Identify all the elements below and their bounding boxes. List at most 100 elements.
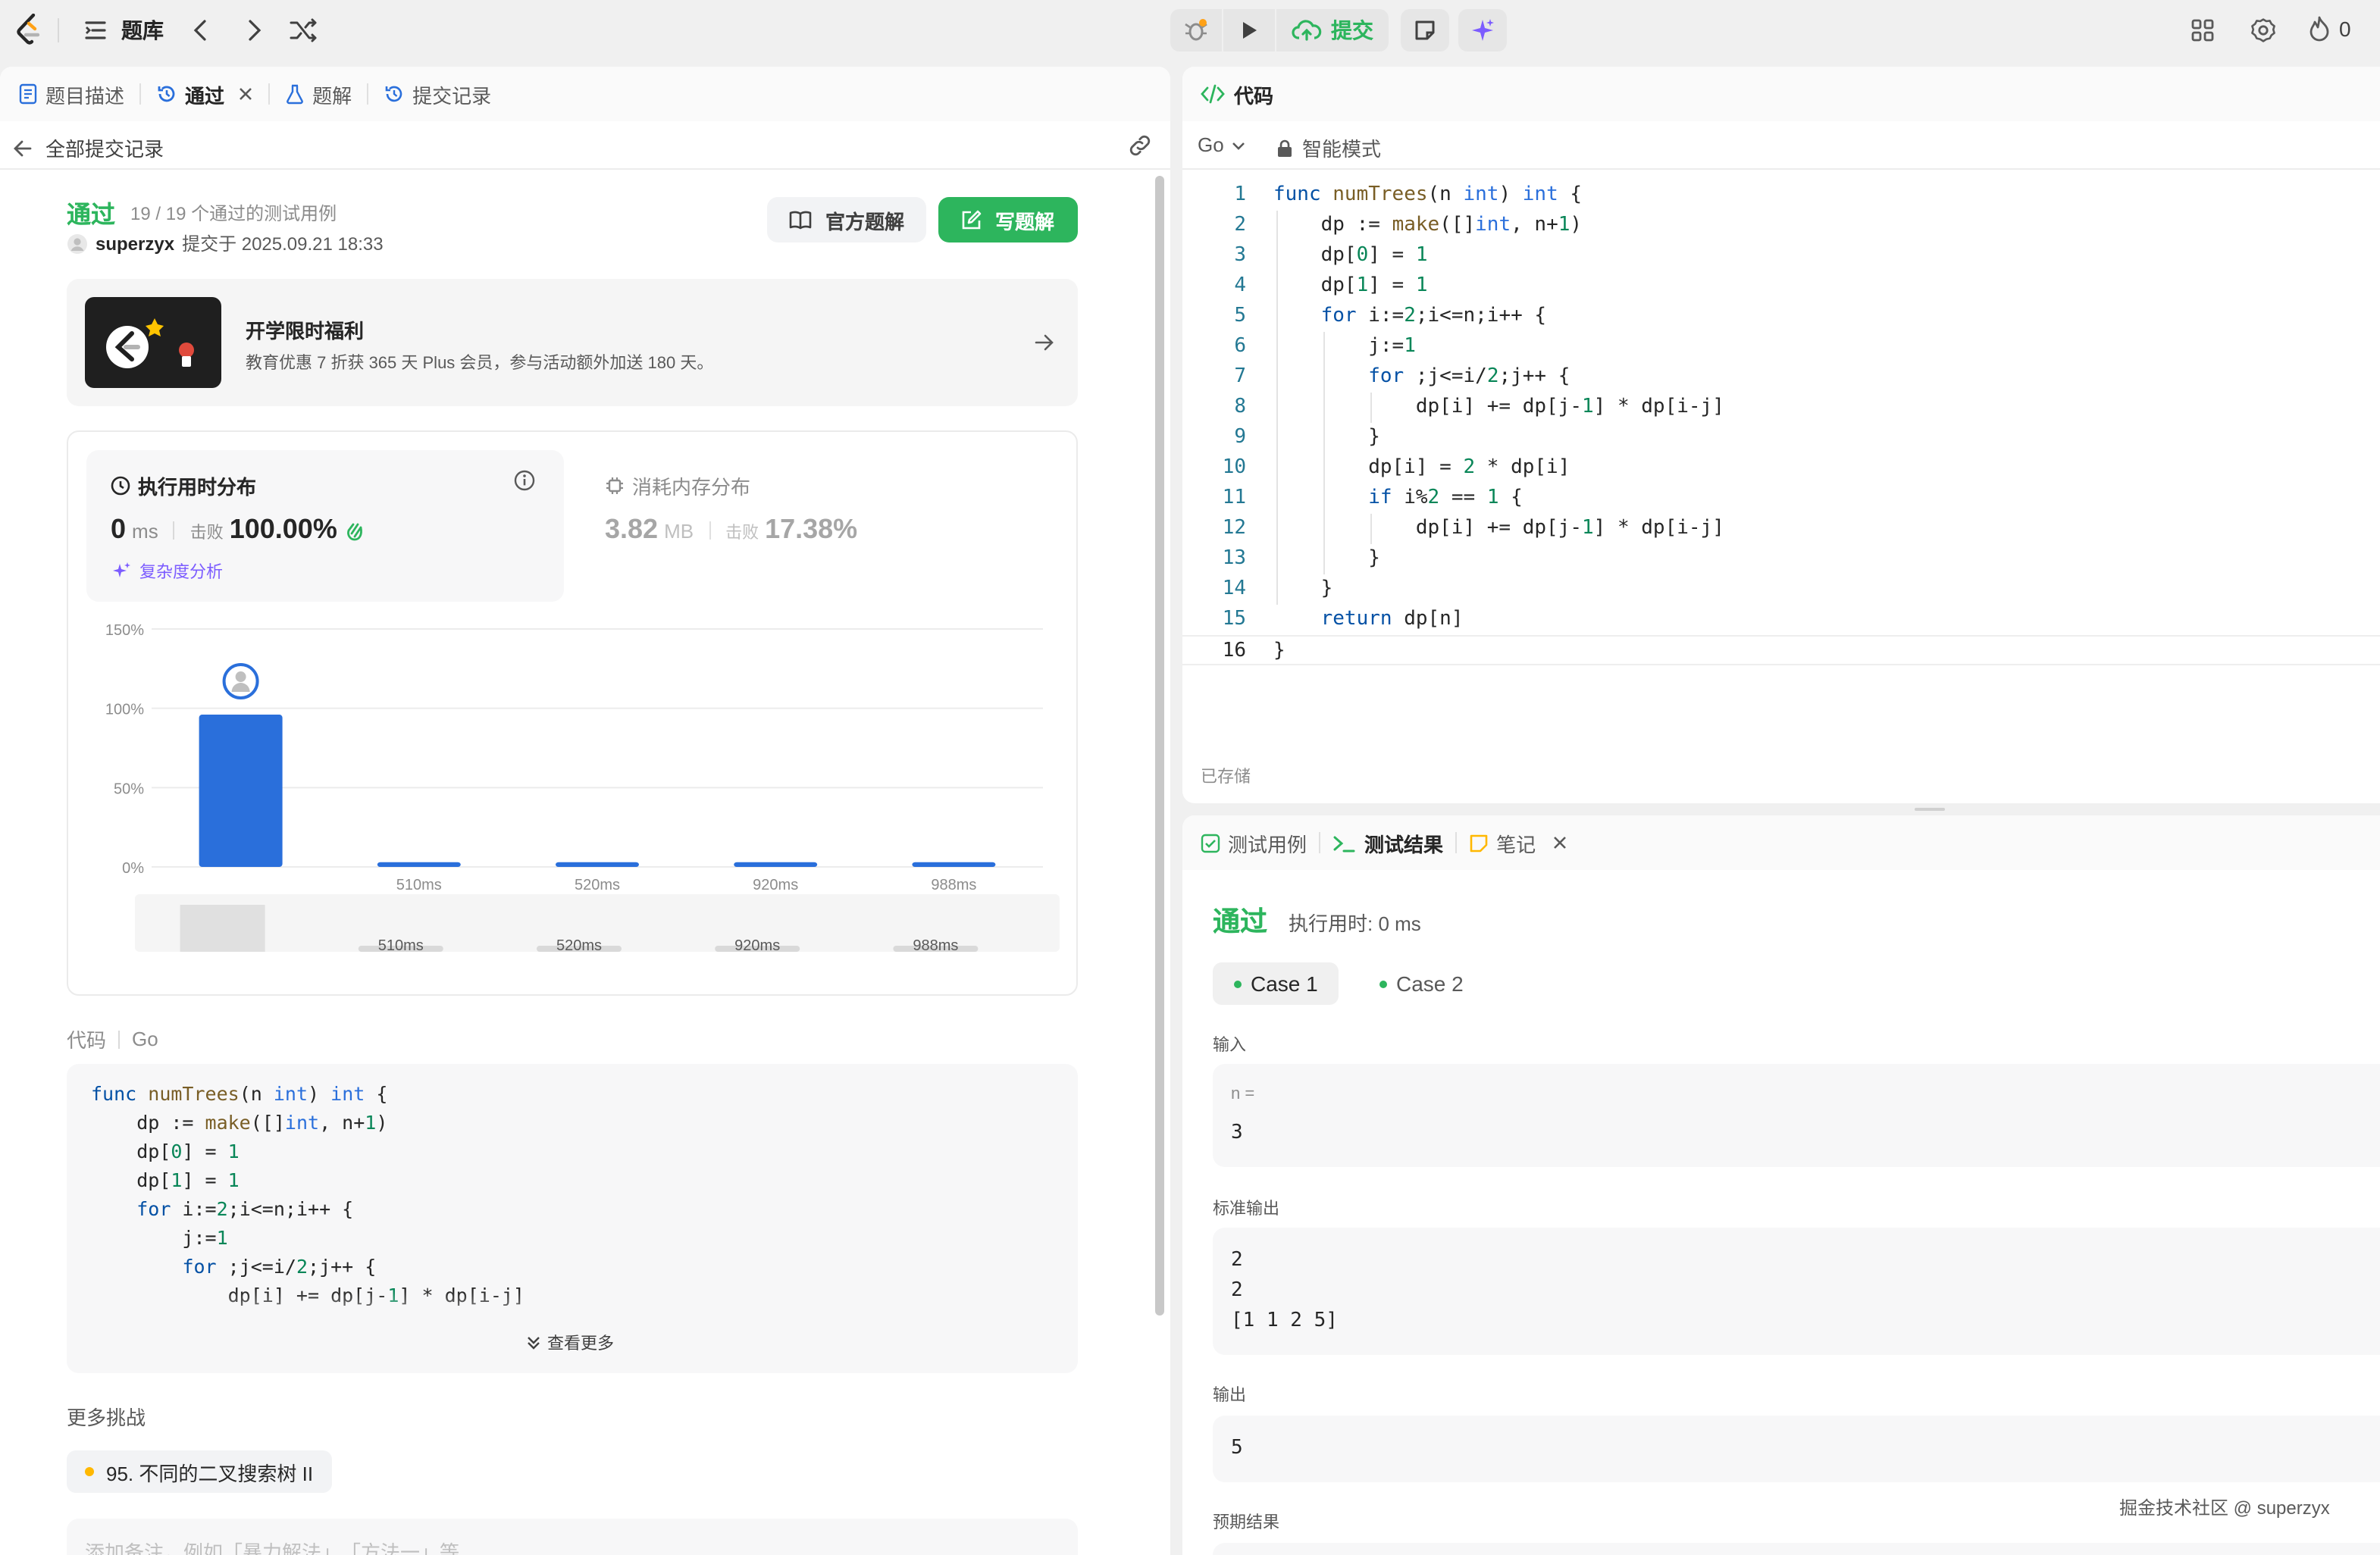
x-tick-label: 920ms: [753, 877, 798, 893]
line-number: 13: [1222, 547, 1246, 570]
editor-title: 代码: [1234, 84, 1274, 107]
code-line[interactable]: 7 for ;j<=i/2;j++ {: [1182, 362, 2380, 393]
close-icon[interactable]: [238, 86, 253, 102]
panel-splitter[interactable]: [1915, 808, 1945, 811]
code-line: dp := make([]int, n+1): [91, 1111, 388, 1134]
code-line: func numTrees(n int) int {: [91, 1082, 388, 1105]
tab-label: 测试用例: [1228, 833, 1307, 856]
code-line: dp[0] = 1: [91, 1140, 240, 1162]
beats-label: 击败: [189, 524, 224, 543]
memory-beats: 17.38%: [765, 514, 858, 544]
code-line[interactable]: 1 func numTrees(n int) int {: [1182, 180, 2380, 211]
code-line[interactable]: 12 dp[i] += dp[j-1] * dp[i-j]: [1182, 514, 2380, 544]
write-solution-button[interactable]: 写题解: [938, 197, 1078, 242]
code-editor[interactable]: 1 func numTrees(n int) int {2 dp := make(…: [1182, 180, 2380, 665]
chart-bar[interactable]: [199, 715, 283, 867]
debug-button[interactable]: [1170, 9, 1222, 52]
back-to-submissions[interactable]: 全部提交记录: [12, 133, 164, 162]
code-line[interactable]: 13 }: [1182, 544, 2380, 574]
runtime-distribution-chart[interactable]: 150% 100% 50% 0% 510ms 520ms 920ms 988ms 510ms 52…: [68, 606, 1076, 993]
line-number: 14: [1222, 577, 1246, 600]
line-number: 8: [1234, 396, 1246, 418]
code-line[interactable]: 11 if i%2 == 1 {: [1182, 483, 2380, 514]
output-value: 5: [1231, 1437, 1243, 1460]
memory-panel[interactable]: 消耗内存分布 3.82 MB 击败 17.38%: [584, 450, 1061, 602]
code-line[interactable]: 8 dp[i] += dp[j-1] * dp[i-j]: [1182, 393, 2380, 423]
chart-bar[interactable]: [377, 862, 461, 867]
promo-title: 开学限时福利: [246, 320, 365, 343]
overview-label: 510ms: [378, 937, 424, 954]
layout-button[interactable]: [2189, 17, 2216, 44]
line-code: }: [1273, 547, 1380, 570]
code-line[interactable]: 16}: [1182, 635, 2380, 665]
runtime-beats: 100.00%: [229, 514, 337, 544]
case-tab-1[interactable]: Case 1: [1213, 962, 1339, 1005]
notes-button[interactable]: [1401, 9, 1449, 52]
stdout-line: [1 1 2 5]: [1231, 1309, 1338, 1332]
submission-status: 通过 19 / 19 个通过的测试用例: [67, 194, 337, 230]
chart-bar[interactable]: [734, 862, 818, 867]
code-line[interactable]: 9 }: [1182, 423, 2380, 453]
close-icon[interactable]: [1552, 835, 1567, 850]
tab-submissions[interactable]: 提交记录: [384, 67, 491, 121]
tab-notes[interactable]: 笔记: [1469, 815, 1567, 870]
challenge-item[interactable]: 95. 不同的二叉搜索树 II: [67, 1450, 332, 1493]
sparkle-icon: [1472, 19, 1494, 41]
status-accepted: 通过: [67, 203, 116, 229]
next-problem-button[interactable]: [240, 17, 267, 44]
overview-label: 920ms: [734, 937, 780, 954]
stdout-line: 2: [1231, 1279, 1243, 1302]
problem-bank-button[interactable]: 题库: [82, 15, 164, 45]
note-input[interactable]: 添加备注，例如「暴力解法」、「方法一」等: [67, 1519, 1078, 1555]
code-line[interactable]: 15 return dp[n]: [1182, 605, 2380, 635]
info-icon[interactable]: [514, 470, 535, 491]
cloud-upload-icon: [1292, 20, 1322, 41]
username[interactable]: superzyx: [96, 233, 174, 254]
avatar-icon[interactable]: [67, 233, 88, 254]
settings-button[interactable]: [2250, 17, 2277, 44]
arrow-right-icon: [1034, 332, 1055, 353]
code-line[interactable]: 4 dp[1] = 1: [1182, 271, 2380, 302]
code-line[interactable]: 6 j:=1: [1182, 332, 2380, 362]
tab-test-result[interactable]: 测试结果: [1332, 815, 1443, 870]
code-line[interactable]: 14 }: [1182, 574, 2380, 605]
tab-solutions[interactable]: 题解: [285, 67, 352, 121]
chart-bar[interactable]: [556, 862, 639, 867]
line-number: 15: [1222, 608, 1246, 630]
y-tick-label: 0%: [122, 860, 144, 877]
share-link-button[interactable]: [1126, 133, 1154, 158]
chart-bar[interactable]: [912, 862, 996, 867]
see-more-button[interactable]: 查看更多: [526, 1331, 614, 1355]
runtime-panel[interactable]: 执行用时分布 0 ms 击败 100.00% 复杂度分析: [86, 450, 564, 602]
ai-assistant-button[interactable]: [1458, 9, 1507, 52]
code-line[interactable]: 5 for i:=2;i<=n;i++ {: [1182, 302, 2380, 332]
line-code: }: [1273, 640, 1286, 662]
language-label: Go: [1198, 133, 1224, 156]
edit-icon: [963, 210, 982, 230]
promo-banner[interactable]: 开学限时福利 教育优惠 7 折获 365 天 Plus 会员，参与活动额外加送 …: [67, 279, 1078, 406]
tab-description[interactable]: 题目描述: [18, 67, 124, 121]
run-button[interactable]: [1223, 9, 1275, 52]
streak-counter[interactable]: 0: [2307, 15, 2351, 42]
code-line[interactable]: 10 dp[i] = 2 * dp[i]: [1182, 453, 2380, 483]
flame-icon: [2310, 16, 2329, 42]
output-box: 5: [1213, 1416, 2380, 1482]
complexity-analysis-button[interactable]: 复杂度分析: [111, 559, 223, 584]
top-bar: 题库 提交 0: [0, 0, 2380, 61]
scrollbar[interactable]: [1155, 176, 1164, 1316]
leetcode-logo-icon[interactable]: [15, 14, 45, 47]
submit-button[interactable]: 提交: [1276, 9, 1389, 52]
random-problem-button[interactable]: [288, 17, 318, 44]
tab-accepted[interactable]: 通过: [156, 67, 253, 121]
arrow-left-icon: [14, 139, 32, 156]
prev-problem-button[interactable]: [188, 17, 215, 44]
tab-testcase[interactable]: 测试用例: [1201, 815, 1307, 870]
output-label: 输出: [1213, 1387, 1246, 1405]
case-tab-2[interactable]: Case 2: [1358, 962, 1485, 1005]
language-select[interactable]: Go: [1198, 133, 1248, 156]
code-line[interactable]: 3 dp[0] = 1: [1182, 241, 2380, 271]
document-icon: [19, 83, 37, 105]
mode-indicator[interactable]: 智能模式: [1276, 133, 1381, 162]
official-solution-button[interactable]: 官方题解: [767, 197, 926, 242]
code-line[interactable]: 2 dp := make([]int, n+1): [1182, 211, 2380, 241]
